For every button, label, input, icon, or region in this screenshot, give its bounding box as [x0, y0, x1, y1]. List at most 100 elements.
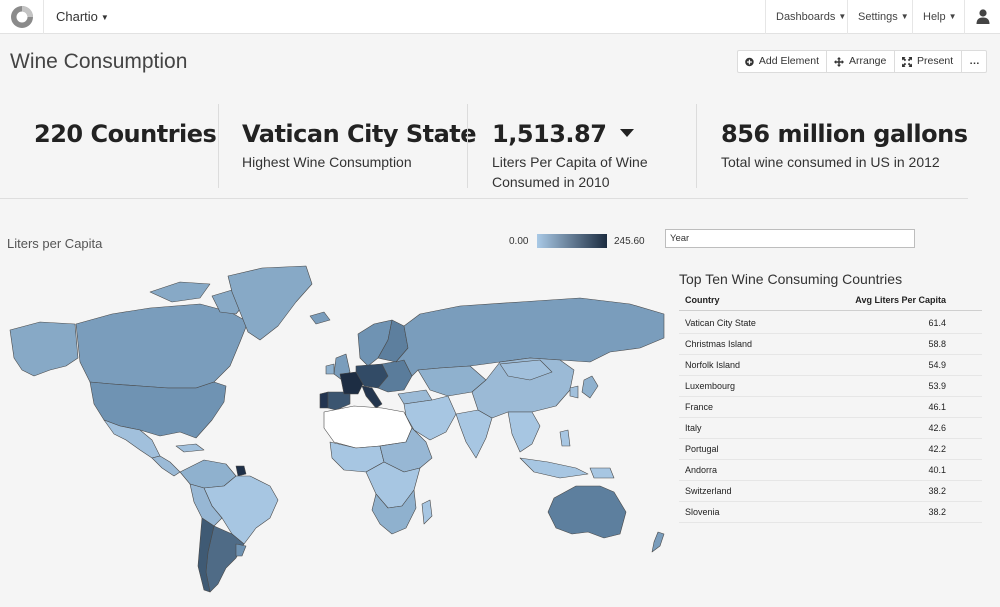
kpi-value: 856 million gallons	[721, 120, 968, 148]
table-row: Christmas Island 58.8	[679, 333, 982, 355]
region-uruguay[interactable]	[235, 543, 247, 557]
user-menu[interactable]	[964, 0, 1000, 34]
org-switcher[interactable]: Chartio ▼	[56, 9, 109, 24]
cell-country: Slovenia	[679, 501, 796, 523]
arrange-label: Arrange	[849, 55, 887, 67]
brand-label: Chartio	[56, 9, 98, 24]
cell-country: Christmas Island	[679, 333, 796, 355]
nav-help-label: Help	[923, 11, 946, 23]
table-row: Norfolk Island 54.9	[679, 354, 982, 376]
fullscreen-icon	[902, 56, 912, 67]
map-title: Liters per Capita	[7, 236, 103, 251]
kpi-value: Vatican City State	[242, 120, 477, 148]
top-ten-table: Country Avg Liters Per Capita Vatican Ci…	[679, 290, 982, 523]
legend-min: 0.00	[509, 236, 529, 247]
ellipsis-icon: …	[969, 55, 979, 67]
trend-down-icon	[620, 129, 635, 137]
cell-country: Italy	[679, 417, 796, 439]
kpi-label: Highest Wine Consumption	[242, 154, 412, 170]
kpi-value: 220 Countries	[34, 120, 217, 148]
table-row: Andorra 40.1	[679, 459, 982, 481]
column-header-country[interactable]: Country	[679, 290, 796, 311]
cell-country: Norfolk Island	[679, 354, 796, 376]
chevron-down-icon: ▼	[900, 12, 909, 21]
legend-gradient	[537, 234, 607, 248]
cell-value: 53.9	[795, 375, 982, 397]
region-cuba[interactable]	[175, 443, 205, 453]
region-french-guiana[interactable]	[235, 465, 247, 477]
region-north-africa[interactable]	[323, 405, 413, 449]
kpi-label: Total wine consumed in US in 2012	[721, 154, 940, 170]
kpi-liters: 1,513.87 Liters Per Capita of Wine Consu…	[468, 90, 696, 198]
region-india[interactable]	[455, 409, 493, 459]
region-philippines[interactable]	[559, 429, 571, 447]
kpi-row: 220 Countries Vatican City State Highest…	[0, 90, 968, 199]
cell-value: 38.2	[795, 480, 982, 502]
region-japan[interactable]	[581, 375, 599, 399]
region-iceland[interactable]	[309, 311, 331, 325]
table-row: France 46.1	[679, 396, 982, 418]
logo-icon	[11, 6, 33, 28]
cell-value: 42.6	[795, 417, 982, 439]
region-italy[interactable]	[361, 385, 383, 409]
legend-max: 245.60	[614, 236, 645, 247]
region-arctic-islands[interactable]	[149, 281, 211, 303]
cell-country: Vatican City State	[679, 310, 796, 334]
dashboard-toolbar: Add Element Arrange Present …	[737, 50, 987, 73]
nav-settings[interactable]: Settings ▼	[847, 0, 912, 34]
region-southeast-asia[interactable]	[507, 411, 541, 453]
cell-country: Switzerland	[679, 480, 796, 502]
nav-help[interactable]: Help ▼	[912, 0, 964, 34]
region-korea[interactable]	[569, 385, 579, 399]
cell-value: 61.4	[795, 310, 982, 334]
more-options-button[interactable]: …	[962, 51, 986, 72]
nav-dashboards[interactable]: Dashboards ▼	[765, 0, 847, 34]
region-papua[interactable]	[589, 467, 615, 479]
region-madagascar[interactable]	[421, 499, 433, 525]
cell-country: France	[679, 396, 796, 418]
kpi-value: 1,513.87	[492, 120, 635, 148]
cell-value: 42.2	[795, 438, 982, 460]
cell-country: Luxembourg	[679, 375, 796, 397]
region-indonesia[interactable]	[519, 457, 589, 479]
year-filter-input[interactable]	[665, 229, 915, 248]
region-new-zealand[interactable]	[651, 531, 665, 553]
user-icon	[976, 9, 990, 24]
table-row: Portugal 42.2	[679, 438, 982, 460]
nav-settings-label: Settings	[858, 11, 898, 23]
region-central-america[interactable]	[151, 455, 181, 477]
region-alaska[interactable]	[9, 321, 79, 377]
table-title: Top Ten Wine Consuming Countries	[679, 271, 903, 287]
world-map	[9, 265, 665, 593]
table-header-row: Country Avg Liters Per Capita	[679, 290, 982, 311]
table-row: Luxembourg 53.9	[679, 375, 982, 397]
move-arrows-icon	[834, 56, 844, 67]
cell-value: 46.1	[795, 396, 982, 418]
top-nav: Chartio ▼ Dashboards ▼ Settings ▼ Help ▼	[0, 0, 1000, 34]
chevron-down-icon: ▼	[948, 12, 957, 21]
kpi-us-total: 856 million gallons Total wine consumed …	[697, 90, 968, 198]
cell-value: 40.1	[795, 459, 982, 481]
present-button[interactable]: Present	[895, 51, 962, 72]
column-header-avg-liters[interactable]: Avg Liters Per Capita	[795, 290, 982, 311]
region-portugal[interactable]	[319, 391, 329, 409]
nav-dashboards-label: Dashboards	[776, 11, 836, 23]
cell-country: Andorra	[679, 459, 796, 481]
kpi-label: Liters Per Capita of Wine Consumed in 20…	[492, 154, 648, 190]
cell-country: Portugal	[679, 438, 796, 460]
region-canada[interactable]	[75, 303, 249, 389]
kpi-value-text: 1,513.87	[492, 120, 607, 148]
table-row: Slovenia 38.2	[679, 501, 982, 523]
table-row: Vatican City State 61.4	[679, 310, 982, 334]
arrange-button[interactable]: Arrange	[827, 51, 895, 72]
cell-value: 58.8	[795, 333, 982, 355]
add-element-button[interactable]: Add Element	[738, 51, 827, 72]
table-row: Italy 42.6	[679, 417, 982, 439]
region-ireland[interactable]	[325, 363, 335, 375]
table-row: Switzerland 38.2	[679, 480, 982, 502]
kpi-highest: Vatican City State Highest Wine Consumpt…	[219, 90, 477, 198]
region-usa[interactable]	[89, 381, 227, 439]
page-title: Wine Consumption	[10, 50, 188, 73]
chartio-logo[interactable]	[0, 0, 44, 34]
region-australia[interactable]	[547, 485, 627, 539]
